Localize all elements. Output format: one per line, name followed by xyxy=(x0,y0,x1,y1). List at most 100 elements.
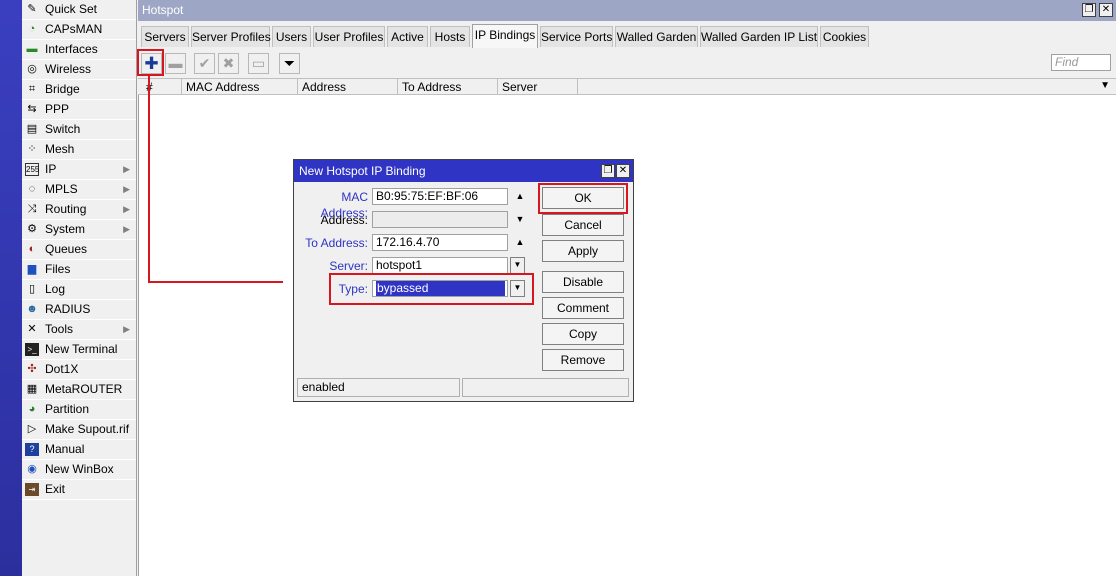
sidebar-menu: ✎ Quick Set ◔ CAPsMAN ▬ Interfaces ◎ Wireles… xyxy=(22,0,137,576)
sidebar-item-wireless[interactable]: ◎ Wireless xyxy=(22,60,136,80)
sidebar-item-label: Switch xyxy=(45,122,81,136)
remove-button[interactable]: ▬ xyxy=(165,53,186,74)
close-icon: ✕ xyxy=(618,165,628,176)
sidebar-item-log[interactable]: ▯ Log xyxy=(22,280,136,300)
tab-cookies[interactable]: Cookies xyxy=(820,26,869,47)
sidebar-item-mpls[interactable]: ◌ MPLS ▶ xyxy=(22,180,136,200)
sidebar-item-bridge[interactable]: ⌗ Bridge xyxy=(22,80,136,100)
sidebar-item-metarouter[interactable]: ▦ MetaROUTER xyxy=(22,380,136,400)
server-dropdown-button[interactable]: ▼ xyxy=(510,257,525,274)
sidebar-item-queues[interactable]: ◐ Queues xyxy=(22,240,136,260)
sidebar-item-routing[interactable]: ⤨ Routing ▶ xyxy=(22,200,136,220)
comment-button[interactable]: ▭ xyxy=(248,53,269,74)
dialog-titlebar[interactable]: New Hotspot IP Binding ❐ ✕ xyxy=(294,160,633,182)
column-header-mac-address[interactable]: MAC Address xyxy=(182,79,298,95)
queues-icon: ◐ xyxy=(28,243,36,255)
tab-walled-garden-ip-list[interactable]: Walled Garden IP List xyxy=(700,26,818,47)
mac-address-input[interactable]: B0:95:75:EF:BF:06 xyxy=(372,188,508,205)
address-expand-icon[interactable]: ▼ xyxy=(514,211,526,227)
sidebar-item-partition[interactable]: ◕ Partition xyxy=(22,400,136,420)
tab-ip-bindings[interactable]: IP Bindings xyxy=(472,24,538,48)
dialog-maximize-button[interactable]: ❐ xyxy=(601,164,615,178)
mpls-icon: ◌ xyxy=(28,183,36,195)
sidebar-item-label: Wireless xyxy=(45,62,92,76)
address-input[interactable] xyxy=(372,211,508,228)
sidebar-item-interfaces[interactable]: ▬ Interfaces xyxy=(22,40,136,60)
sidebar-item-new-terminal[interactable]: >_ New Terminal xyxy=(22,340,136,360)
sidebar-item-label: Dot1X xyxy=(45,362,79,376)
sidebar-item-ppp[interactable]: ⇆ PPP xyxy=(22,100,136,120)
exit-icon: ⇥ xyxy=(25,483,39,496)
sidebar-item-system[interactable]: ⚙ System ▶ xyxy=(22,220,136,240)
sidebar-item-dot1x[interactable]: ✣ Dot1X xyxy=(22,360,136,380)
sidebar-item-new-winbox[interactable]: ◉ New WinBox xyxy=(22,460,136,480)
tab-service-ports[interactable]: Service Ports xyxy=(540,26,613,47)
tab-walled-garden[interactable]: Walled Garden xyxy=(615,26,698,47)
maximize-icon: ❐ xyxy=(603,165,613,176)
tab-hosts[interactable]: Hosts xyxy=(430,26,470,47)
comment-button[interactable]: Comment xyxy=(542,297,624,319)
column-header-to-address[interactable]: To Address xyxy=(398,79,498,95)
annotation-box-ok xyxy=(538,183,628,214)
annotation-box-type xyxy=(329,273,534,305)
to-address-input[interactable]: 172.16.4.70 xyxy=(372,234,508,251)
server-label: Server: xyxy=(329,259,368,273)
sidebar-item-switch[interactable]: ▤ Switch xyxy=(22,120,136,140)
partition-icon: ◕ xyxy=(28,403,36,415)
sidebar-item-label: Queues xyxy=(45,242,88,256)
wand-icon: ✎ xyxy=(27,3,37,15)
server-select[interactable]: hotspot1 xyxy=(372,257,508,274)
sidebar-item-ip[interactable]: 255 IP ▶ xyxy=(22,160,136,180)
tab-servers[interactable]: Servers xyxy=(141,26,189,47)
sidebar-item-make-supout[interactable]: ▷ Make Supout.rif xyxy=(22,420,136,440)
column-menu-dropdown-icon[interactable]: ▼ xyxy=(1100,80,1110,91)
sidebar-item-files[interactable]: ▆ Files xyxy=(22,260,136,280)
column-header-address[interactable]: Address xyxy=(298,79,398,95)
dialog-close-button[interactable]: ✕ xyxy=(616,164,630,178)
sidebar-item-label: Routing xyxy=(45,202,87,216)
close-icon: ✕ xyxy=(1101,4,1111,15)
sidebar-item-capsman[interactable]: ◔ CAPsMAN xyxy=(22,20,136,40)
tools-icon: ✕ xyxy=(27,323,37,335)
interfaces-icon: ▬ xyxy=(26,43,38,55)
tab-user-profiles[interactable]: User Profiles xyxy=(313,26,385,47)
maximize-button[interactable]: ❐ xyxy=(1082,3,1096,17)
disable-button[interactable]: Disable xyxy=(542,271,624,293)
sidebar-item-exit[interactable]: ⇥ Exit xyxy=(22,480,136,500)
minus-icon: ▬ xyxy=(168,55,183,71)
cancel-button[interactable]: Cancel xyxy=(542,214,624,236)
sidebar-item-label: Bridge xyxy=(45,82,80,96)
wireless-icon: ◎ xyxy=(27,63,37,75)
find-input[interactable]: Find xyxy=(1051,54,1111,71)
sidebar-item-mesh[interactable]: ⁘ Mesh xyxy=(22,140,136,160)
sidebar-item-label: Tools xyxy=(45,322,74,336)
sidebar-item-manual[interactable]: ? Manual xyxy=(22,440,136,460)
copy-button[interactable]: Copy xyxy=(542,323,624,345)
tab-server-profiles[interactable]: Server Profiles xyxy=(191,26,271,47)
sidebar-item-label: Manual xyxy=(45,442,85,456)
toolbar: ✚ ▬ ✔ ✖ ▭ ⏷ Find xyxy=(138,50,1116,77)
enable-button[interactable]: ✔ xyxy=(194,53,215,74)
sidebar-item-quick-set[interactable]: ✎ Quick Set xyxy=(22,0,136,20)
column-header-server[interactable]: Server xyxy=(498,79,578,95)
apply-button[interactable]: Apply xyxy=(542,240,624,262)
ip-icon: 255 xyxy=(25,163,40,176)
x-icon: ✖ xyxy=(222,55,235,71)
sidebar-item-tools[interactable]: ✕ Tools ▶ xyxy=(22,320,136,340)
filter-button[interactable]: ⏷ xyxy=(279,53,300,74)
mac-address-collapse-icon[interactable]: ▲ xyxy=(514,188,526,204)
sidebar-item-label: New WinBox xyxy=(45,462,114,476)
sidebar-item-label: Partition xyxy=(45,402,90,416)
winbox-side-strip xyxy=(0,0,22,576)
sidebar-item-radius[interactable]: ☻ RADIUS xyxy=(22,300,136,320)
sidebar-item-label: Exit xyxy=(45,482,66,496)
close-button[interactable]: ✕ xyxy=(1099,3,1113,17)
radius-icon: ☻ xyxy=(26,303,38,315)
check-icon: ✔ xyxy=(198,55,211,71)
tab-users[interactable]: Users xyxy=(272,26,311,47)
window-titlebar[interactable]: Hotspot ❐ ✕ xyxy=(138,0,1116,21)
remove-button[interactable]: Remove xyxy=(542,349,624,371)
disable-button[interactable]: ✖ xyxy=(218,53,239,74)
tab-active[interactable]: Active xyxy=(387,26,428,47)
to-address-collapse-icon[interactable]: ▲ xyxy=(514,234,526,250)
